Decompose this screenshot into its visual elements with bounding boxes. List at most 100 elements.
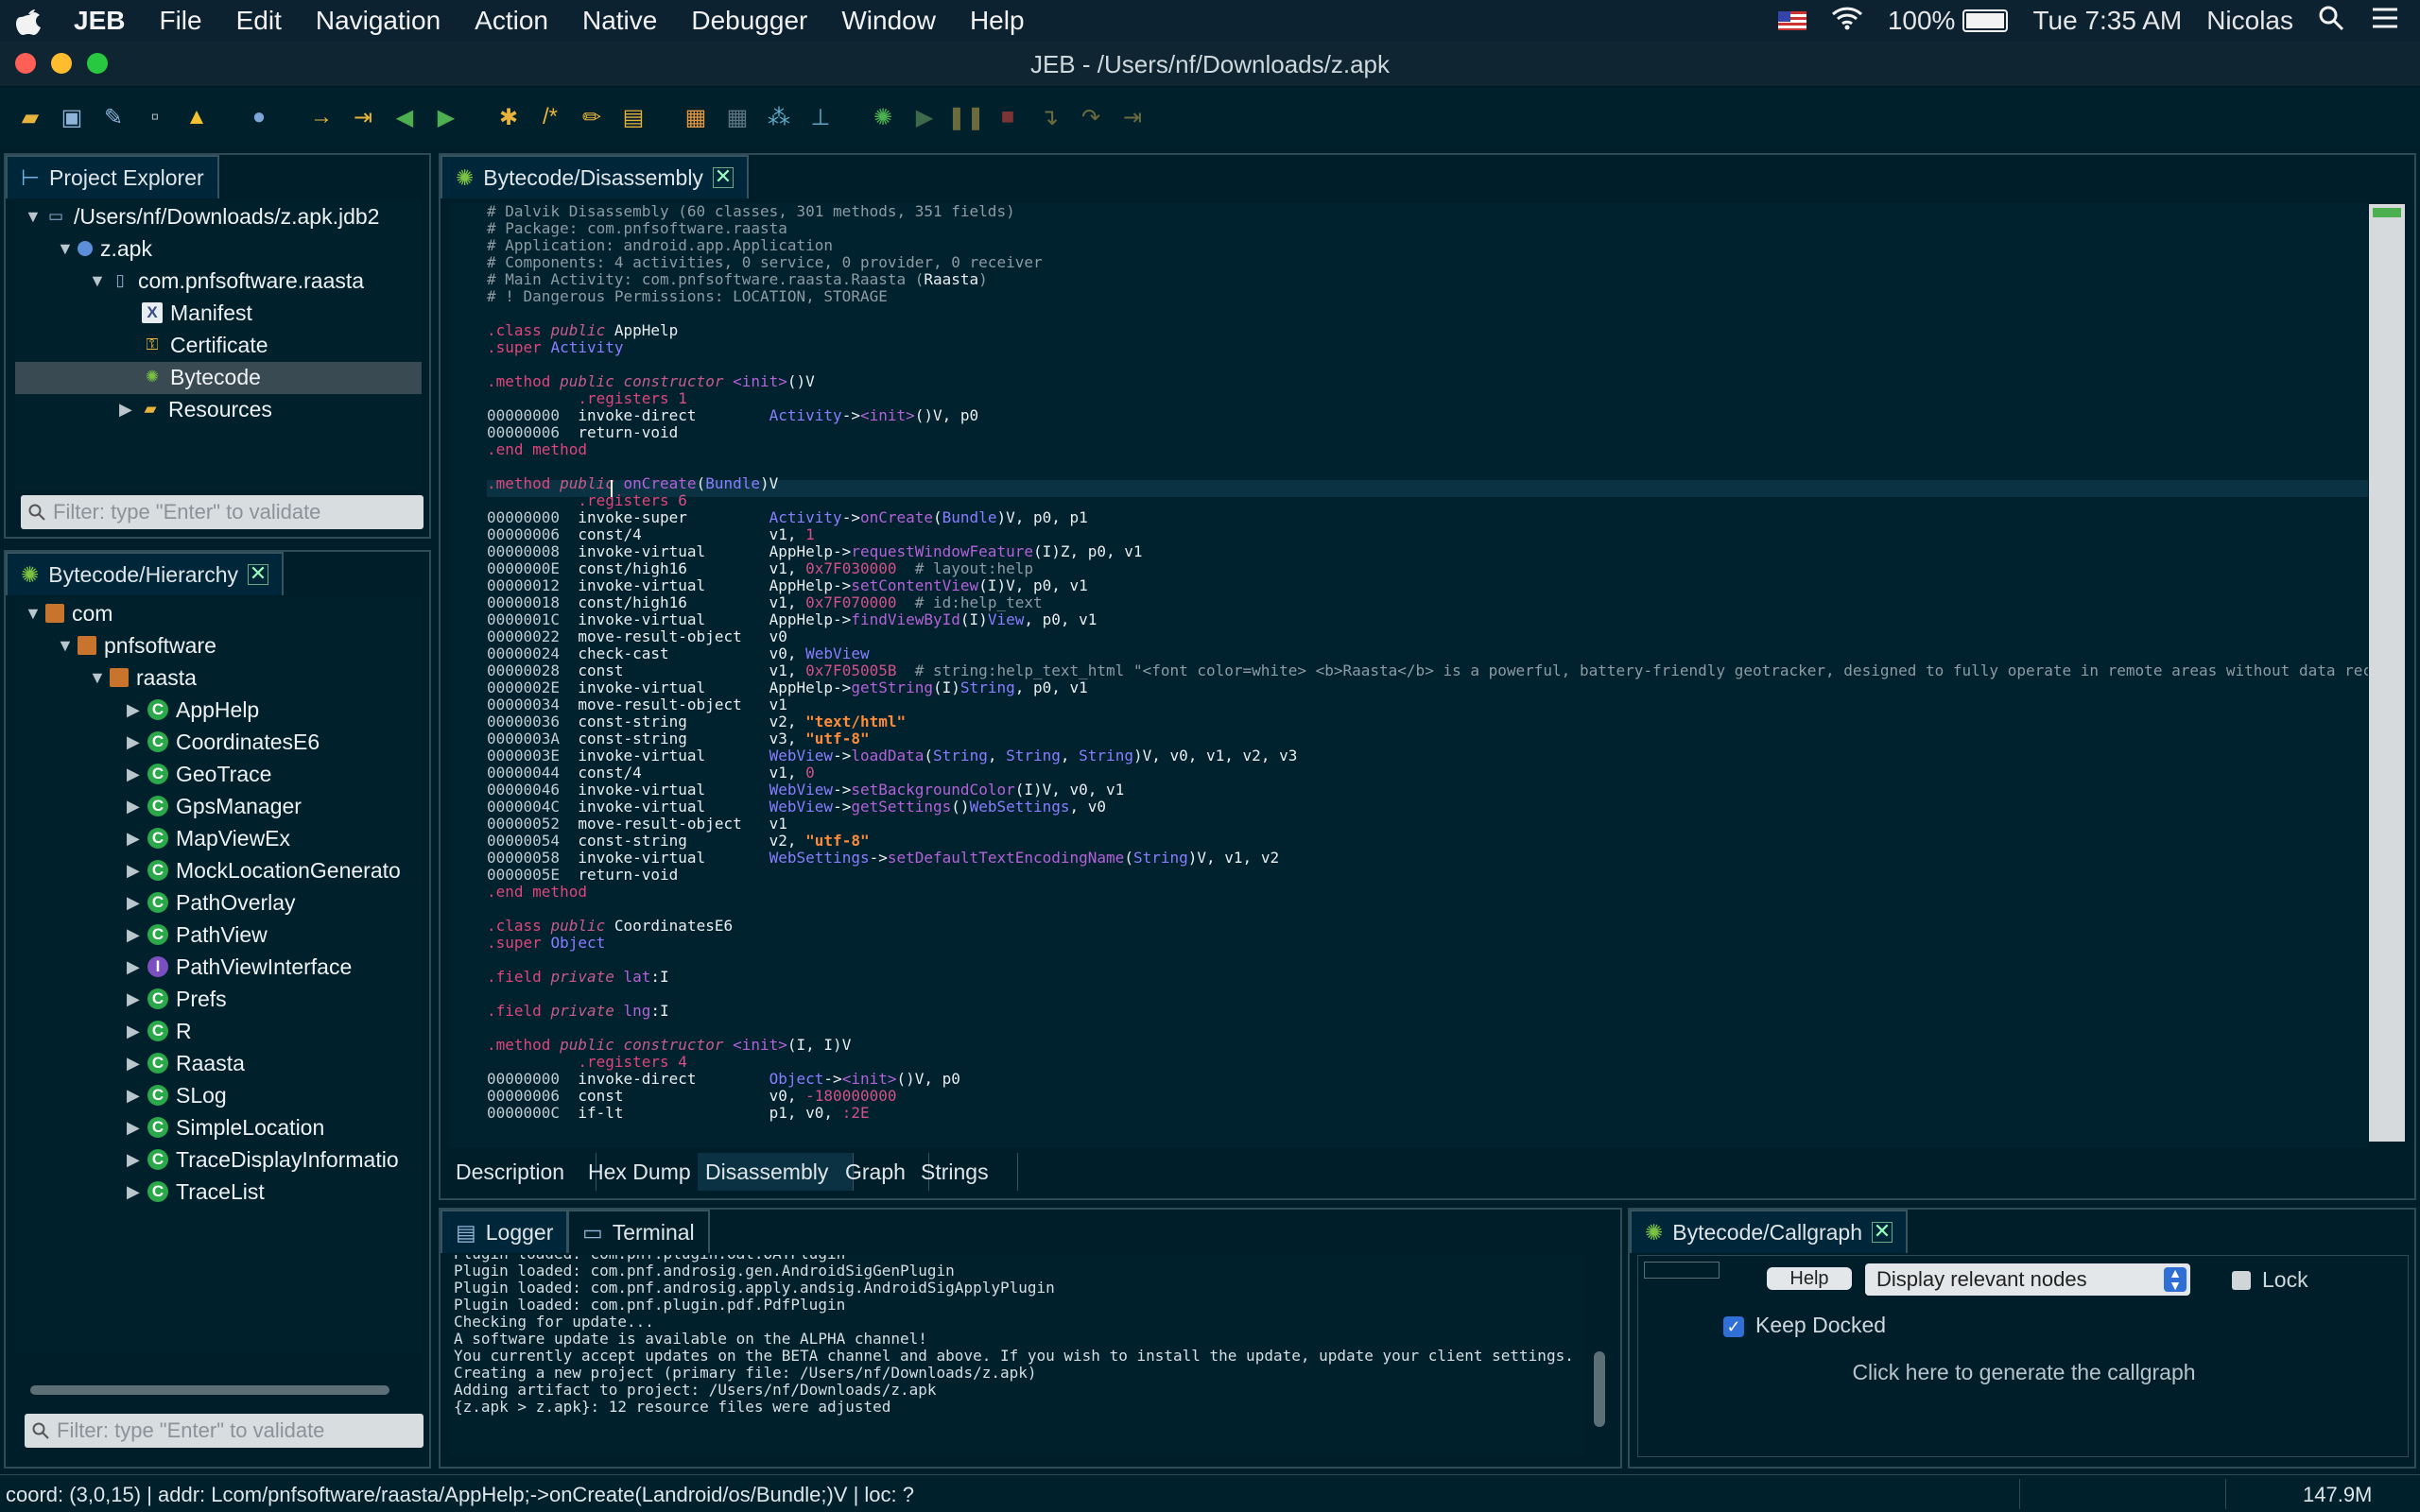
code-line[interactable]: 00000028 const v1, 0x7F05005B # string:h… (487, 662, 2368, 679)
expand-arrow-icon[interactable]: ▶ (127, 989, 147, 1009)
code-line[interactable]: 00000046 invoke-virtual WebView->setBack… (487, 782, 1124, 799)
expand-arrow-icon[interactable]: ▶ (127, 1054, 147, 1074)
wifi-icon[interactable] (1831, 6, 1863, 37)
memory-usage[interactable]: 147.9M (2303, 1483, 2372, 1507)
debug-bug-icon[interactable]: ✺ (866, 100, 900, 134)
forward-arrow-icon[interactable]: ▶ (429, 100, 463, 134)
code-line[interactable]: 00000006 const v0, -180000000 (487, 1088, 896, 1105)
properties-icon[interactable]: ▫ (138, 100, 172, 134)
wrench-icon[interactable]: ✎ (96, 100, 130, 134)
expand-arrow-icon[interactable]: ▶ (127, 765, 147, 784)
logger-scrollbar[interactable] (1594, 1351, 1605, 1427)
code-line[interactable]: 00000044 const/4 v1, 0 (487, 765, 815, 782)
code-line[interactable]: 0000003E invoke-virtual WebView->loadDat… (487, 747, 1297, 765)
tree-item-apk[interactable]: ▼ z.apk (57, 232, 152, 265)
code-line[interactable]: 0000005E return-void (487, 867, 678, 884)
close-tab-icon[interactable]: ✕ (712, 166, 734, 188)
hierarchy-item[interactable]: ▶ C PathOverlay (127, 886, 296, 919)
expand-arrow-icon[interactable]: ▶ (127, 829, 147, 849)
tab-disassembly[interactable]: Disassembly (698, 1153, 854, 1191)
tree-item-manifest[interactable]: X Manifest (142, 297, 252, 329)
code-line[interactable]: 0000004C invoke-virtual WebView->getSett… (487, 799, 1106, 816)
code-line[interactable]: 00000006 const/4 v1, 1 (487, 526, 815, 543)
expand-arrow-icon[interactable]: ▶ (127, 957, 147, 977)
hierarchy-item[interactable]: ▶ C GeoTrace (127, 758, 271, 790)
display-mode-select[interactable]: Display relevant nodes ▲ ▼ (1865, 1263, 2190, 1296)
flag-icon[interactable] (1777, 11, 1806, 30)
code-line[interactable]: .method public constructor <init>()V (487, 373, 815, 390)
layout-icon[interactable]: ▦ (679, 100, 713, 134)
code-line[interactable]: 00000006 return-void (487, 424, 678, 441)
open-folder-icon[interactable]: ▰ (13, 100, 47, 134)
expand-arrow-icon[interactable]: ▼ (57, 636, 78, 656)
hierarchy-item[interactable]: ▼ raasta (89, 662, 197, 694)
code-line[interactable]: 00000058 invoke-virtual WebSettings->set… (487, 850, 1279, 867)
code-line[interactable]: 00000036 const-string v2, "text/html" (487, 713, 906, 730)
hierarchy-item[interactable]: ▶ C GpsManager (127, 790, 302, 822)
code-line[interactable]: 00000022 move-result-object v0 (487, 628, 787, 645)
lock-checkbox[interactable] (2232, 1271, 2251, 1290)
warning-icon[interactable]: ▲ (180, 100, 214, 134)
logger-output[interactable]: Plugin loaded: com.pnf.plugin.oat.OATPlu… (450, 1255, 1584, 1455)
hierarchy-item[interactable]: ▶ C PathView (127, 919, 268, 951)
code-line[interactable]: .class public CoordinatesE6 (487, 918, 733, 935)
back-arrow-icon[interactable]: ◀ (388, 100, 422, 134)
tab-description[interactable]: Description (448, 1153, 596, 1191)
rename-pencil-icon[interactable]: ✏ (575, 100, 609, 134)
code-line[interactable]: 0000000C if-lt p1, v0, :2E (487, 1105, 870, 1122)
grid-icon[interactable]: ▦ (720, 100, 754, 134)
stop-icon[interactable]: ■ (991, 100, 1025, 134)
code-line[interactable]: 00000052 move-result-object v1 (487, 816, 787, 833)
generate-callgraph-link[interactable]: Click here to generate the callgraph (1638, 1360, 2410, 1385)
apple-icon[interactable] (0, 0, 57, 42)
hierarchy-item[interactable]: ▶ C TraceDisplayInformatio (127, 1143, 399, 1176)
code-line[interactable]: 00000018 const/high16 v1, 0x7F070000 # i… (487, 594, 1043, 611)
code-line[interactable]: 0000003A const-string v3, "utf-8" (487, 730, 870, 747)
tab-bytecode-disassembly[interactable]: ✺ Bytecode/Disassembly ✕ (441, 155, 749, 198)
close-tab-icon[interactable]: ✕ (1872, 1221, 1893, 1243)
code-line[interactable]: .super Activity (487, 339, 624, 356)
menu-native[interactable]: Native (565, 6, 674, 36)
hierarchy-item[interactable]: ▶ C CoordinatesE6 (127, 726, 320, 758)
menu-file[interactable]: File (142, 6, 218, 36)
close-tab-icon[interactable]: ✕ (247, 563, 268, 585)
hierarchy-item[interactable]: ▶ C MockLocationGenerato (127, 854, 401, 886)
hierarchy-item[interactable]: ▶ C R (127, 1015, 192, 1047)
expand-arrow-icon[interactable]: ▶ (127, 1022, 147, 1041)
code-line[interactable]: .field private lat:I (487, 969, 669, 986)
jump-to-icon[interactable]: → (304, 100, 338, 134)
step-out-icon[interactable]: ⇥ (1115, 100, 1150, 134)
menu-navigation[interactable]: Navigation (299, 6, 458, 36)
tree-item-resources[interactable]: ▶ ▰ Resources (119, 393, 272, 425)
code-line[interactable]: 00000008 invoke-virtual AppHelp->request… (487, 543, 1143, 560)
code-line[interactable]: .method public constructor <init>(I, I)V (487, 1037, 851, 1054)
code-line[interactable]: # Main Activity: com.pnfsoftware.raasta.… (487, 271, 988, 288)
control-center-icon[interactable] (2369, 6, 2401, 36)
code-line[interactable]: # Dalvik Disassembly (60 classes, 301 me… (487, 203, 1015, 220)
code-line[interactable]: .class public AppHelp (487, 322, 678, 339)
tree-item-certificate[interactable]: ⚿ Certificate (142, 329, 268, 361)
user-name[interactable]: Nicolas (2206, 6, 2293, 36)
hierarchy-item[interactable]: ▶ C SLog (127, 1079, 227, 1111)
menu-window[interactable]: Window (824, 6, 953, 36)
globe-icon[interactable]: ● (242, 100, 276, 134)
expand-arrow-icon[interactable]: ▶ (127, 1150, 147, 1170)
menu-edit[interactable]: Edit (219, 6, 299, 36)
hierarchy-item[interactable]: ▶ C TraceList (127, 1176, 265, 1208)
code-line[interactable]: 00000012 invoke-virtual AppHelp->setCont… (487, 577, 1088, 594)
code-line[interactable]: .registers 1 (487, 390, 687, 407)
clock[interactable]: Tue 7:35 AM (2032, 6, 2182, 36)
code-line[interactable]: 0000001C invoke-virtual AppHelp->findVie… (487, 611, 1097, 628)
menu-help[interactable]: Help (953, 6, 1042, 36)
hierarchy-item[interactable]: ▼ com (25, 597, 112, 629)
step-over-icon[interactable]: ↷ (1074, 100, 1108, 134)
tab-strings[interactable]: Strings (913, 1153, 1018, 1191)
code-line[interactable]: 00000024 check-cast v0, WebView (487, 645, 870, 662)
keep-docked-checkbox[interactable]: ✓ (1723, 1316, 1744, 1337)
hierarchy-item[interactable]: ▶ C AppHelp (127, 694, 259, 726)
battery-icon[interactable] (1962, 9, 2009, 32)
tree-item-bytecode[interactable]: ✺ Bytecode (142, 361, 261, 393)
code-line[interactable]: .field private lng:I (487, 1003, 669, 1020)
step-into-icon[interactable]: ↴ (1032, 100, 1066, 134)
battery-percent[interactable]: 100% (1888, 6, 1956, 36)
